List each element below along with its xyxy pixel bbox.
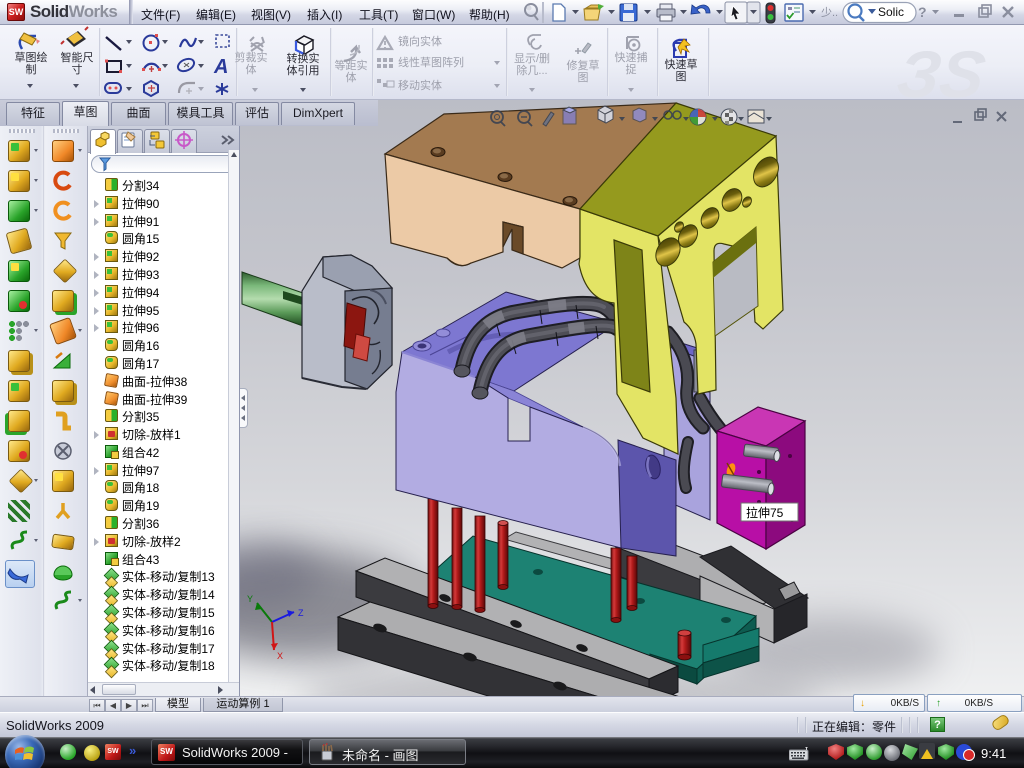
svg-text:?: ? [918,4,927,20]
svg-text:X: X [277,651,283,661]
svg-text:ЗS: ЗS [893,38,990,100]
svg-text:Solic: Solic [878,5,904,19]
svg-text:A: A [213,56,228,78]
svg-text:Z: Z [298,608,304,618]
svg-text:少..: 少.. [821,6,838,19]
svg-text:拉伸75: 拉伸75 [746,505,784,520]
svg-text:Y: Y [247,594,253,604]
